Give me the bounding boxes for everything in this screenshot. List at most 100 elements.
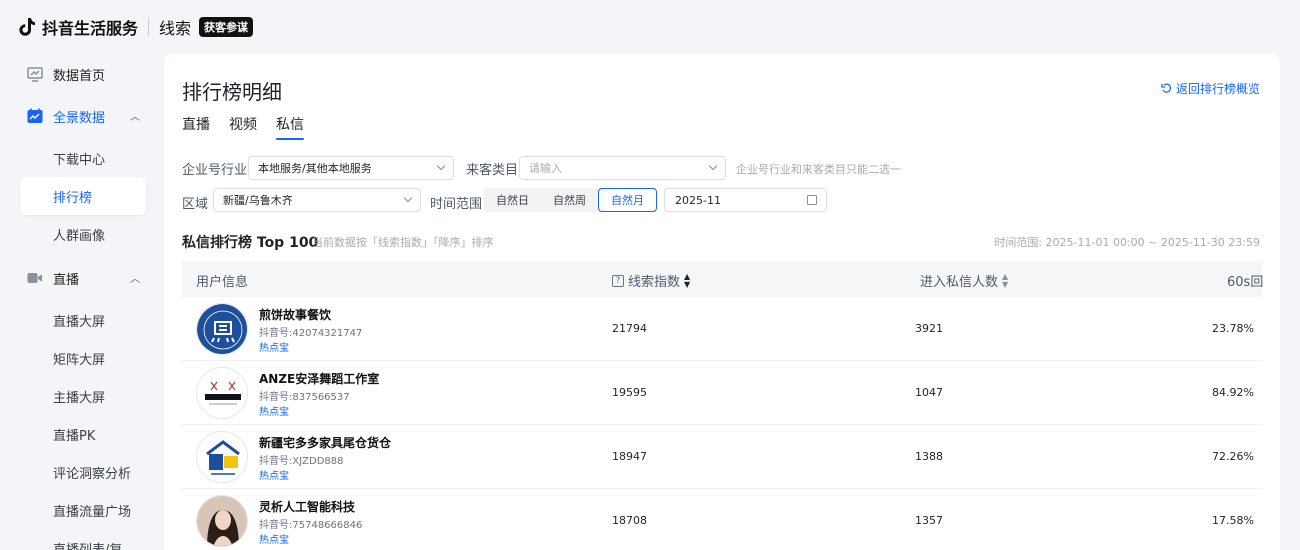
- sidebar-item-label: 人群画像: [53, 228, 106, 244]
- sidebar-item-live-pk[interactable]: 直播PK: [20, 415, 146, 453]
- lead-index-value: 18708: [612, 514, 647, 527]
- message-entries-value: 1357: [915, 514, 943, 527]
- sidebar-item-panorama[interactable]: 全景数据 ︿: [20, 97, 146, 135]
- pancake-story-logo-icon: [197, 304, 247, 354]
- table-row[interactable]: 灵析人工智能科技 抖音号:75748666846 热点宝 18708 1357 …: [182, 489, 1262, 550]
- panorama-icon: [27, 108, 43, 123]
- category-input[interactable]: 请输入: [519, 156, 726, 180]
- sidebar-item-host-screen[interactable]: 主播大屏: [20, 377, 146, 415]
- chevron-up-icon: ︿: [130, 274, 140, 285]
- sidebar-item-ranking[interactable]: 排行榜: [20, 177, 146, 215]
- user-name[interactable]: 灵析人工智能科技: [259, 498, 355, 515]
- ranking-title: 私信排行榜 Top 100: [182, 235, 319, 251]
- sort-note: 当前数据按「线索指数」「降序」排序: [312, 236, 494, 249]
- hotspot-link[interactable]: 热点宝: [259, 339, 289, 354]
- sidebar-item-matrix-screen[interactable]: 矩阵大屏: [20, 339, 146, 377]
- hotspot-link[interactable]: 热点宝: [259, 403, 289, 418]
- column-label: 线索指数: [628, 275, 681, 290]
- chevron-up-icon: ︿: [130, 112, 140, 123]
- user-name[interactable]: ANZE安泽舞蹈工作室: [259, 370, 379, 387]
- sidebar-item-label: 直播PK: [53, 428, 96, 444]
- back-link-label: 返回排行榜概览: [1175, 82, 1260, 96]
- time-range-label: 时间范围: [430, 197, 483, 212]
- sort-icon[interactable]: ▲ ▼: [684, 272, 690, 289]
- sidebar: 数据首页 全景数据 ︿ 下载中心 排行榜 人群画像 直播 ︿ 直播大屏 矩阵大屏…: [0, 54, 162, 550]
- sidebar-item-label: 直播大屏: [53, 314, 106, 330]
- filter-hint: 企业号行业和来客类目只能二选一: [736, 163, 901, 176]
- lead-index-value: 19595: [612, 386, 647, 399]
- product-badge: 获客参谋: [199, 17, 254, 37]
- natural-day-button[interactable]: 自然日: [484, 188, 541, 212]
- tab-live[interactable]: 直播: [182, 114, 210, 140]
- tab-private-message[interactable]: 私信: [276, 114, 304, 140]
- douyin-id: 抖音号:XJZDD888: [259, 456, 344, 467]
- dashboard-icon: [27, 67, 43, 82]
- person-photo-icon: [197, 496, 247, 546]
- question-icon[interactable]: ?: [612, 274, 624, 287]
- sidebar-item-audience[interactable]: 人群画像: [20, 215, 146, 253]
- region-value: 新疆/乌鲁木齐: [223, 194, 293, 207]
- user-name[interactable]: 煎饼故事餐饮: [259, 306, 331, 323]
- furniture-store-logo-icon: [197, 432, 247, 482]
- sort-icon[interactable]: ▲ ▼: [1002, 272, 1008, 289]
- sidebar-item-label: 直播: [53, 272, 80, 288]
- brand[interactable]: 抖音生活服务: [18, 15, 138, 39]
- sidebar-item-label: 评论洞察分析: [53, 466, 132, 482]
- table-header: 用户信息 ? 线索指数 ▲ ▼ 进入私信人数 ▲ ▼ 60s回: [182, 261, 1264, 297]
- user-name[interactable]: 新疆宅多多家具尾仓货仓: [259, 434, 391, 451]
- message-entries-value: 3921: [915, 322, 943, 335]
- table-row[interactable]: ANZE安泽舞蹈工作室 抖音号:837566537 热点宝 19595 1047…: [182, 361, 1262, 425]
- avatar: [196, 303, 248, 355]
- sidebar-item-comment-insight[interactable]: 评论洞察分析: [20, 453, 146, 491]
- sidebar-item-live-screen[interactable]: 直播大屏: [20, 301, 146, 339]
- douyin-logo-icon: [19, 18, 35, 36]
- sidebar-item-label: 下载中心: [53, 152, 106, 168]
- lead-index-value: 21794: [612, 322, 647, 335]
- sidebar-item-label: 排行榜: [53, 190, 93, 206]
- natural-week-button[interactable]: 自然周: [541, 188, 598, 212]
- time-granularity-toggle: 自然日 自然周 自然月: [484, 188, 657, 212]
- category-label: 来客类目: [466, 163, 519, 178]
- sidebar-item-download-center[interactable]: 下载中心: [20, 139, 146, 177]
- sidebar-item-live[interactable]: 直播 ︿: [20, 259, 146, 297]
- category-placeholder: 请输入: [529, 162, 562, 175]
- time-range-text: 时间范围: 2025-11-01 00:00 ~ 2025-11-30 23:5…: [994, 236, 1260, 249]
- industry-value: 本地服务/其他本地服务: [258, 162, 372, 175]
- industry-select[interactable]: 本地服务/其他本地服务: [248, 156, 454, 180]
- column-label: 进入私信人数: [920, 275, 999, 290]
- sidebar-item-data-home[interactable]: 数据首页: [20, 55, 146, 93]
- douyin-id: 抖音号:75748666846: [259, 520, 363, 531]
- anze-dance-logo-icon: [197, 368, 247, 418]
- sidebar-item-label: 直播列表/复: [53, 542, 123, 550]
- table-row[interactable]: 新疆宅多多家具尾仓货仓 抖音号:XJZDD888 热点宝 18947 1388 …: [182, 425, 1262, 489]
- reply-rate-value: 72.26%: [1212, 450, 1254, 463]
- sidebar-item-traffic-plaza[interactable]: 直播流量广场: [20, 491, 146, 529]
- sidebar-item-live-list[interactable]: 直播列表/复: [20, 529, 146, 550]
- page-title: 排行榜明细: [182, 80, 282, 104]
- hotspot-link[interactable]: 热点宝: [259, 467, 289, 482]
- region-select[interactable]: 新疆/乌鲁木齐: [213, 188, 421, 212]
- natural-month-button[interactable]: 自然月: [598, 188, 657, 212]
- column-message-entries[interactable]: 进入私信人数 ▲ ▼: [920, 271, 1008, 290]
- sidebar-item-label: 主播大屏: [53, 390, 106, 406]
- tab-video[interactable]: 视频: [229, 114, 257, 140]
- month-picker[interactable]: 2025-11: [664, 188, 827, 212]
- brand-name: 抖音生活服务: [42, 19, 139, 38]
- back-to-overview-link[interactable]: 返回排行榜概览: [1161, 80, 1260, 97]
- lead-index-value: 18947: [612, 450, 647, 463]
- calendar-icon: [807, 195, 817, 205]
- reply-rate-value: 17.58%: [1212, 514, 1254, 527]
- table-row[interactable]: 煎饼故事餐饮 抖音号:42074321747 热点宝 21794 3921 23…: [182, 297, 1262, 361]
- industry-label: 企业号行业: [182, 163, 248, 178]
- region-label: 区域: [182, 197, 209, 212]
- column-label: 60s回: [1227, 275, 1264, 290]
- chevron-down-icon: [436, 161, 446, 171]
- avatar: [196, 495, 248, 547]
- top-bar: 抖音生活服务 线索 获客参谋: [0, 0, 1300, 54]
- main-panel: 排行榜明细 返回排行榜概览 直播 视频 私信 企业号行业 本地服务/其他本地服务…: [164, 54, 1280, 550]
- douyin-id: 抖音号:837566537: [259, 392, 350, 403]
- hotspot-link[interactable]: 热点宝: [259, 531, 289, 546]
- column-lead-index[interactable]: ? 线索指数 ▲ ▼: [612, 271, 690, 290]
- sidebar-item-label: 全景数据: [53, 110, 106, 126]
- sidebar-item-label: 矩阵大屏: [53, 352, 106, 368]
